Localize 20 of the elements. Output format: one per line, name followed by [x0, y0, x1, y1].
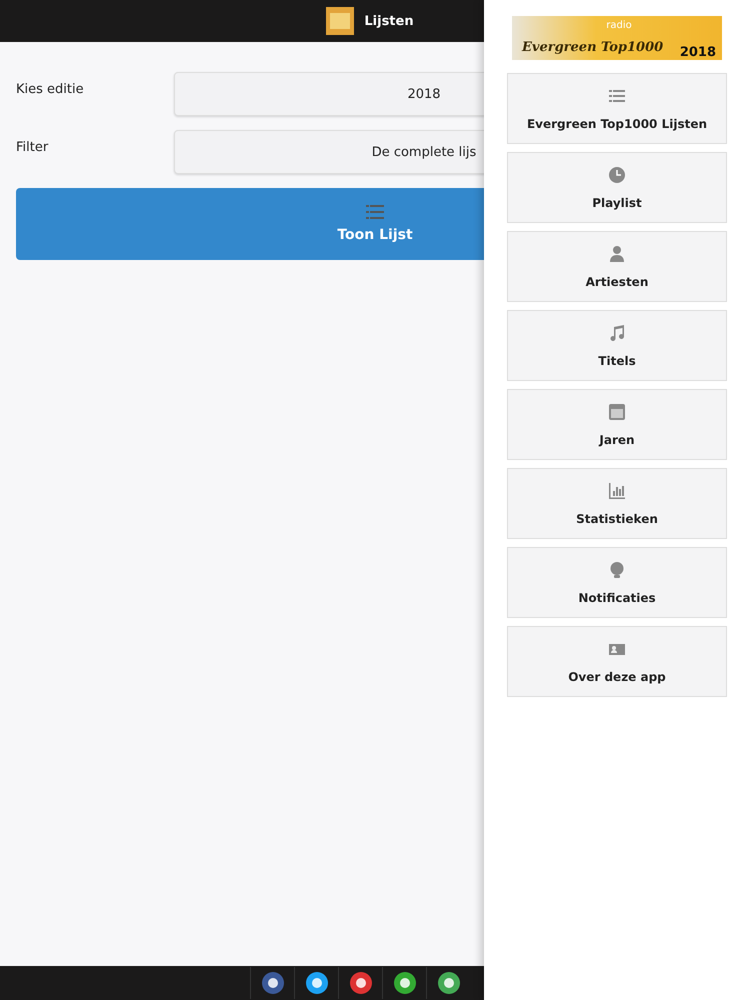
menu-item[interactable]: Titels — [507, 310, 727, 381]
page-title: Lijsten — [364, 14, 414, 28]
menu-item[interactable]: Artiesten — [507, 231, 727, 302]
field-label: Filter — [16, 139, 50, 155]
person-icon — [608, 244, 626, 262]
music-note-icon — [608, 324, 626, 342]
menu-item[interactable]: Evergreen Top1000 Lijsten — [507, 73, 727, 144]
radio-logo: radio Evergreen Top1000 2018 — [512, 16, 722, 60]
menu-item[interactable]: Jaren — [507, 389, 727, 460]
app-logo-icon — [326, 7, 354, 35]
light-bulb-icon — [608, 560, 626, 578]
bar-chart-icon — [608, 482, 626, 500]
list-icon — [366, 205, 384, 219]
menu-item[interactable]: Statistieken — [507, 468, 727, 539]
field-label: Kies editie — [16, 81, 85, 97]
menu-item[interactable]: Playlist — [507, 152, 727, 223]
clock-icon — [608, 166, 626, 184]
menu-item[interactable]: Over deze app — [507, 626, 727, 697]
calendar-icon — [608, 402, 626, 420]
menu-item[interactable]: Notificaties — [507, 547, 727, 618]
